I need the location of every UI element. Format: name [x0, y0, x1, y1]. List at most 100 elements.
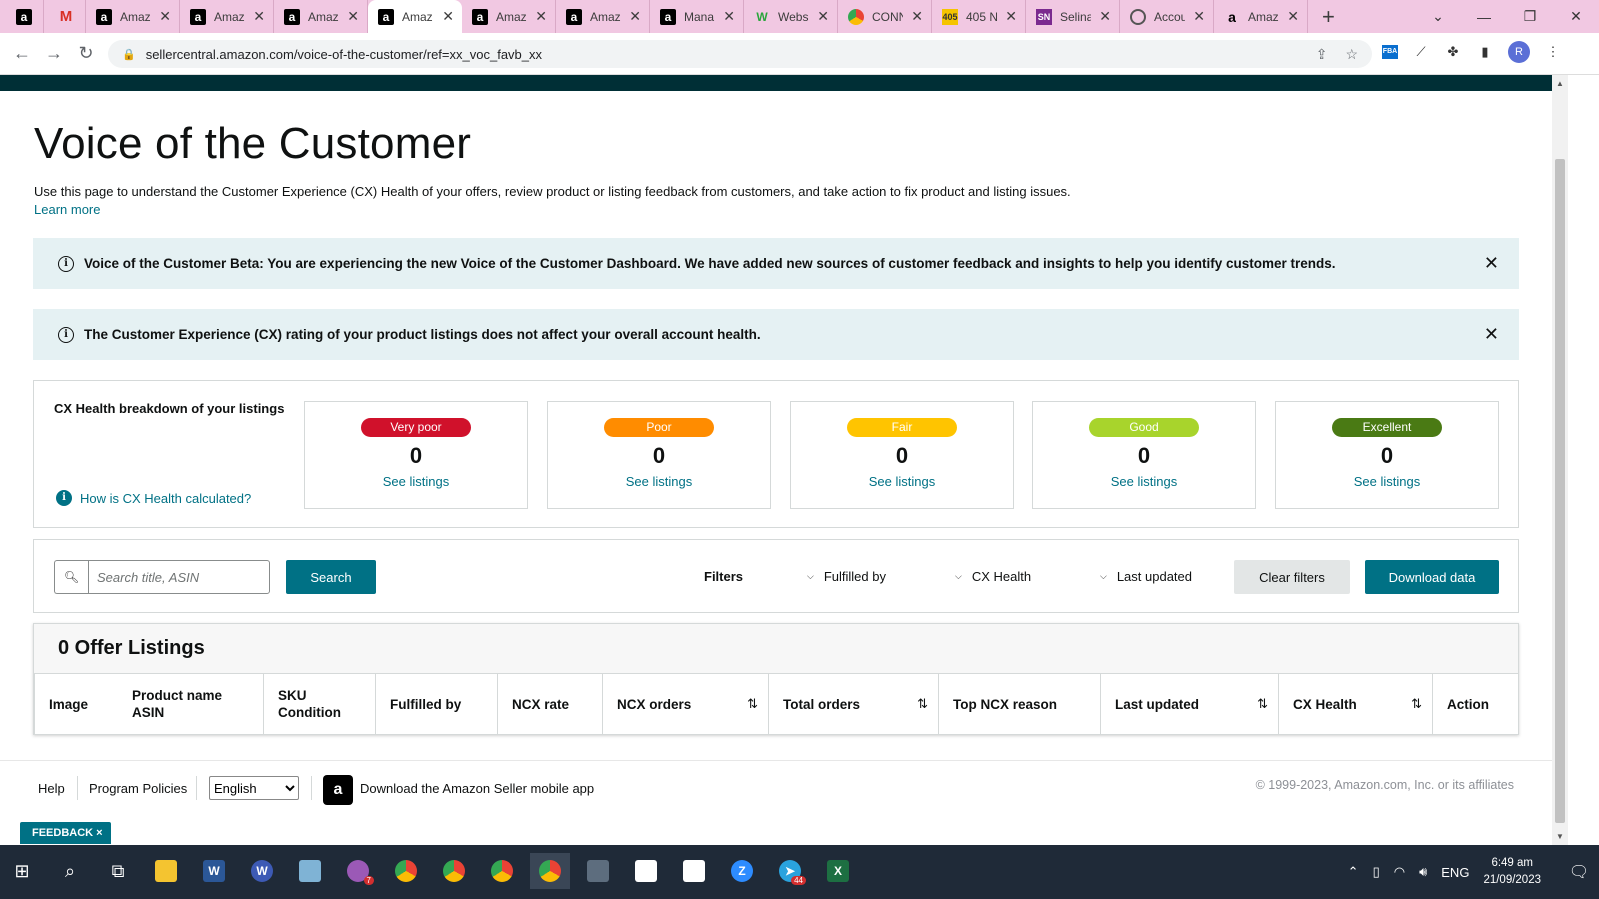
browser-tab[interactable]: 405 405 N ✕ — [932, 0, 1026, 33]
chrome-icon[interactable] — [530, 853, 570, 889]
close-tab-icon[interactable]: ✕ — [253, 8, 265, 25]
notepad-icon[interactable] — [290, 853, 330, 889]
sort-icon[interactable]: ⇅ — [747, 696, 758, 712]
amazon-app-icon[interactable]: a — [323, 775, 353, 805]
program-policies-link[interactable]: Program Policies — [89, 781, 187, 796]
fba-extension-icon[interactable]: FBA — [1382, 45, 1398, 59]
minimize-icon[interactable]: — — [1461, 9, 1507, 25]
dropdown-label[interactable]: Fulfilled by — [824, 569, 886, 584]
learn-more-link[interactable]: Learn more — [34, 202, 100, 217]
chart-app-icon[interactable] — [626, 853, 666, 889]
scroll-down-icon[interactable]: ▼ — [1556, 832, 1564, 841]
bookmark-star-icon[interactable]: ☆ — [1345, 46, 1358, 63]
side-panel-icon[interactable]: ▮ — [1476, 44, 1494, 60]
see-listings-link[interactable]: See listings — [791, 474, 1013, 489]
chart-app-icon[interactable] — [674, 853, 714, 889]
see-listings-link[interactable]: See listings — [1276, 474, 1498, 489]
restore-icon[interactable]: ❐ — [1507, 8, 1553, 25]
close-tab-icon[interactable]: ✕ — [1099, 8, 1111, 25]
notification-center-icon[interactable]: 🗨︎ — [1559, 862, 1599, 882]
browser-tab[interactable]: a Mana ✕ — [650, 0, 744, 33]
battery-icon[interactable]: ▯ — [1373, 864, 1380, 880]
browser-tab[interactable]: a Amaz ✕ — [462, 0, 556, 33]
tab-search-icon[interactable]: ⌄ — [1415, 8, 1461, 25]
close-tab-icon[interactable]: ✕ — [535, 8, 547, 25]
browser-tab[interactable]: a Amaz ✕ — [556, 0, 650, 33]
telegram-icon[interactable]: ➤ 44 — [770, 853, 810, 889]
windows-start-icon[interactable]: ⊞ — [2, 853, 42, 889]
browser-tab[interactable]: a Amaz ✕ — [86, 0, 180, 33]
sort-icon[interactable]: ⇅ — [1257, 696, 1268, 712]
search-icon[interactable]: 🔍︎ — [54, 560, 88, 594]
reload-icon[interactable]: ↻ — [70, 43, 102, 64]
close-icon[interactable]: ✕ — [1484, 253, 1499, 274]
zoom-icon[interactable]: Z — [722, 853, 762, 889]
back-icon[interactable]: ← — [6, 43, 38, 64]
col-ncx-orders[interactable]: NCX orders ⇅ — [602, 674, 768, 734]
word-icon[interactable]: W — [194, 853, 234, 889]
clock[interactable]: 6:49 am 21/09/2023 — [1483, 855, 1541, 889]
fulfilled-by-dropdown[interactable]: ⌵ Fulfilled by — [807, 569, 886, 584]
file-explorer-icon[interactable] — [146, 853, 186, 889]
search-button[interactable]: Search — [286, 560, 376, 594]
sort-icon[interactable]: ⇅ — [1411, 696, 1422, 712]
browser-tab[interactable]: M — [44, 0, 86, 33]
extension-icon[interactable]: ⟋ — [1412, 44, 1430, 60]
address-bar[interactable]: 🔒 sellercentral.amazon.com/voice-of-the-… — [108, 40, 1372, 68]
puzzle-extensions-icon[interactable]: ✤ — [1444, 44, 1462, 60]
vertical-scrollbar[interactable]: ▲ ▼ — [1552, 75, 1568, 845]
chrome-icon[interactable] — [434, 853, 474, 889]
browser-tab-active[interactable]: a Amaz ✕ — [368, 0, 462, 33]
cx-health-info-link[interactable]: i How is CX Health calculated? — [56, 490, 251, 506]
browser-tab[interactable]: a — [0, 0, 44, 33]
wps-icon[interactable]: W — [242, 853, 282, 889]
close-tab-icon[interactable]: ✕ — [1005, 8, 1017, 25]
help-link[interactable]: Help — [38, 781, 65, 796]
chevron-up-icon[interactable]: ⌃ — [1348, 864, 1359, 880]
browser-tab[interactable]: a Amaz ✕ — [274, 0, 368, 33]
clear-filters-button[interactable]: Clear filters — [1234, 560, 1350, 594]
browser-tab[interactable]: CONN ✕ — [838, 0, 932, 33]
chrome-icon[interactable] — [482, 853, 522, 889]
profile-avatar[interactable]: R — [1508, 41, 1530, 63]
close-window-icon[interactable]: ✕ — [1553, 8, 1599, 25]
volume-icon[interactable]: 🔊︎ — [1419, 864, 1427, 880]
calculator-icon[interactable] — [578, 853, 618, 889]
col-cx-health[interactable]: CX Health ⇅ — [1278, 674, 1432, 734]
share-icon[interactable]: ⇪ — [1316, 46, 1328, 63]
sort-icon[interactable]: ⇅ — [917, 696, 928, 712]
feather-icon[interactable]: 7 — [338, 853, 378, 889]
last-updated-dropdown[interactable]: ⌵ Last updated — [1100, 569, 1192, 584]
col-total-orders[interactable]: Total orders ⇅ — [768, 674, 938, 734]
col-last-updated[interactable]: Last updated ⇅ — [1100, 674, 1278, 734]
dropdown-label[interactable]: Last updated — [1117, 569, 1192, 584]
close-tab-icon[interactable]: ✕ — [723, 8, 735, 25]
cx-health-dropdown[interactable]: ⌵ CX Health — [955, 569, 1031, 584]
forward-icon[interactable]: → — [38, 43, 70, 64]
chrome-icon[interactable] — [386, 853, 426, 889]
scroll-up-icon[interactable]: ▲ — [1556, 79, 1564, 88]
see-listings-link[interactable]: See listings — [548, 474, 770, 489]
excel-icon[interactable]: X — [818, 853, 858, 889]
close-tab-icon[interactable]: ✕ — [817, 8, 829, 25]
new-tab-icon[interactable]: + — [1322, 4, 1335, 30]
feedback-button[interactable]: FEEDBACK × — [20, 822, 111, 844]
browser-tab[interactable]: a Amaz ✕ — [180, 0, 274, 33]
url-text[interactable]: sellercentral.amazon.com/voice-of-the-cu… — [146, 47, 542, 62]
close-tab-icon[interactable]: ✕ — [347, 8, 359, 25]
browser-tab[interactable]: Accou ✕ — [1120, 0, 1214, 33]
language-indicator[interactable]: ENG — [1441, 865, 1469, 880]
wifi-icon[interactable]: ◠ — [1394, 864, 1405, 880]
download-app-link[interactable]: Download the Amazon Seller mobile app — [360, 781, 594, 796]
search-input[interactable] — [88, 560, 270, 594]
see-listings-link[interactable]: See listings — [305, 474, 527, 489]
close-tab-icon[interactable]: ✕ — [911, 8, 923, 25]
menu-kebab-icon[interactable]: ⋮ — [1544, 44, 1562, 60]
task-view-icon[interactable]: ⧉ — [98, 853, 138, 889]
search-icon[interactable]: ⌕ — [50, 853, 90, 889]
cx-health-info-label[interactable]: How is CX Health calculated? — [80, 491, 251, 506]
language-select[interactable]: English — [209, 776, 299, 800]
see-listings-link[interactable]: See listings — [1033, 474, 1255, 489]
close-tab-icon[interactable]: ✕ — [1193, 8, 1205, 25]
browser-tab[interactable]: a Amaz ✕ — [1214, 0, 1308, 33]
